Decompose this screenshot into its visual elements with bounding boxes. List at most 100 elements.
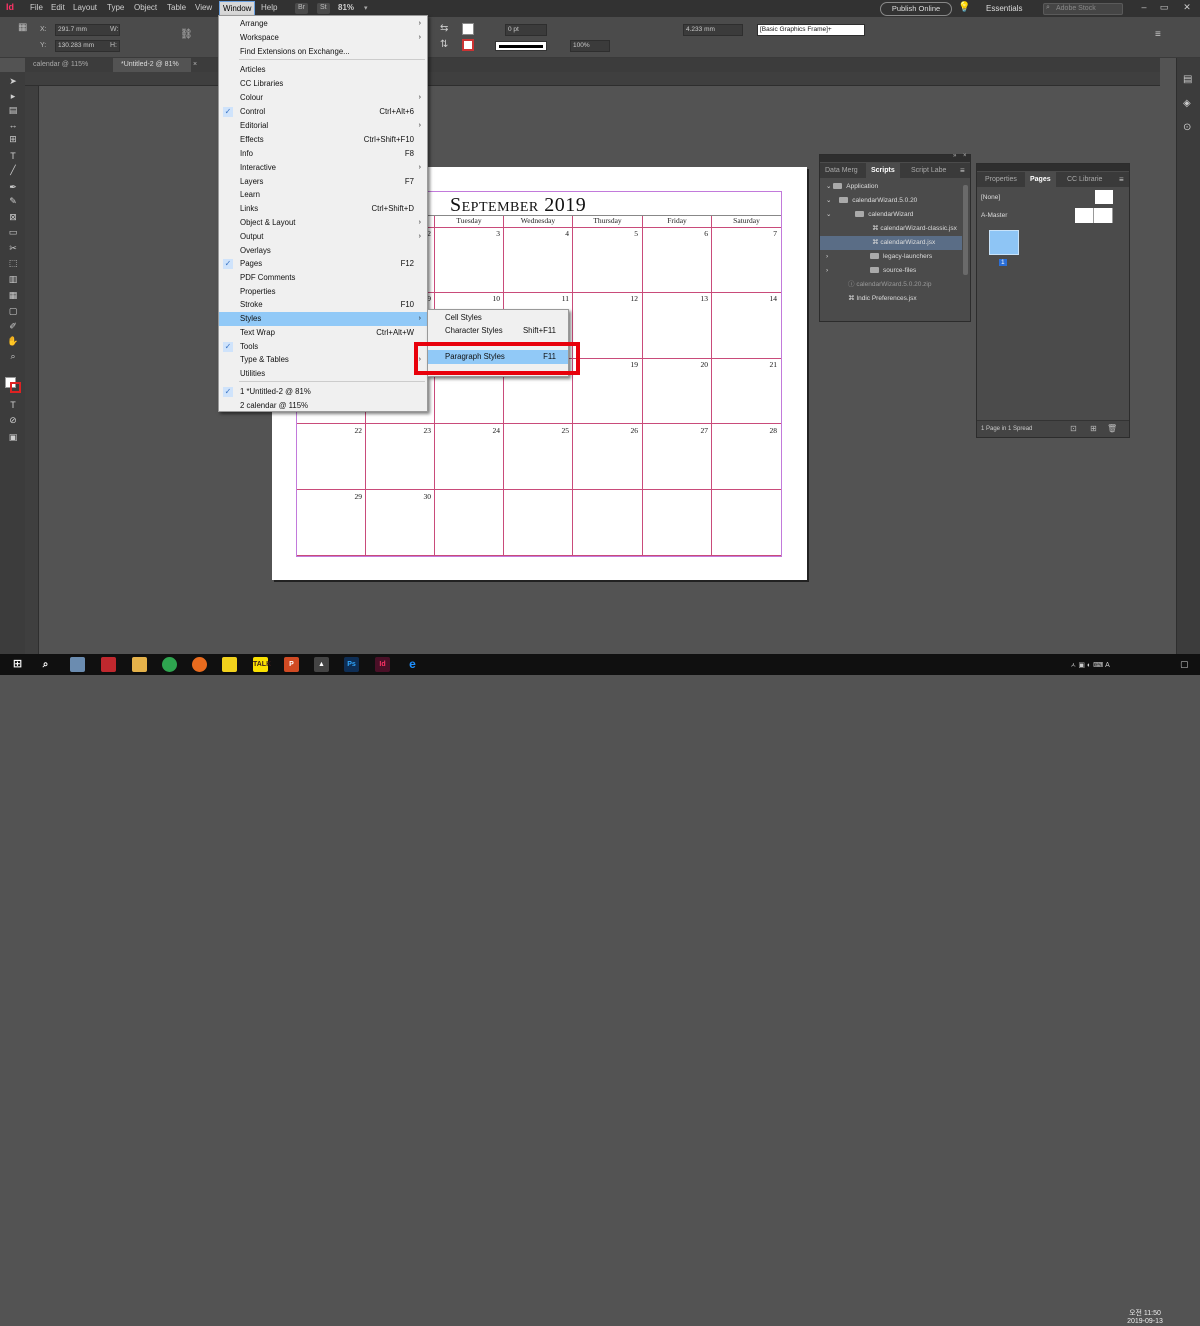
menu-object[interactable]: Object (134, 3, 157, 12)
zoom-level[interactable]: 81% (338, 3, 354, 12)
menu-layout[interactable]: Layout (73, 3, 97, 12)
selection-tool-icon[interactable]: ➤ (5, 76, 21, 87)
menu-item-object-layout[interactable]: Object & Layout › (219, 216, 427, 230)
apply-none-icon[interactable]: ⊘ (5, 415, 21, 426)
powerpoint-icon[interactable]: P (284, 657, 299, 672)
menu-item-pdf-comments[interactable]: PDF Comments (219, 271, 427, 285)
tree-row[interactable]: ⌘ Indic Preferences.jsx (820, 292, 962, 306)
menu-item-layers[interactable]: Layers F7 (219, 175, 427, 189)
close-icon[interactable]: ✕ (1178, 2, 1196, 15)
tab-properties[interactable]: Properties (980, 172, 1022, 187)
stroke-type-dropdown[interactable] (495, 41, 547, 51)
object-style-dropdown[interactable]: [Basic Graphics Frame]+ (757, 24, 865, 36)
gradient-tool-icon[interactable]: ▥ (5, 274, 21, 285)
publish-online-button[interactable]: Publish Online (880, 2, 952, 16)
scissors-tool-icon[interactable]: ✂ (5, 243, 21, 254)
menu-item-styles[interactable]: Styles › (219, 312, 427, 326)
taskbar-clock[interactable]: 오전 11:50 2019-09-13 (1120, 1310, 1170, 1326)
eyedropper-tool-icon[interactable]: ✐ (5, 321, 21, 332)
line-tool-icon[interactable]: ╱ (5, 165, 21, 176)
tree-row[interactable]: ⌄ calendarWizard (820, 208, 962, 222)
maximize-icon[interactable]: ▭ (1155, 2, 1173, 15)
menu-item-cc-libraries[interactable]: CC Libraries (219, 77, 427, 91)
menu-item-editorial[interactable]: Editorial › (219, 119, 427, 133)
scrollbar[interactable] (963, 185, 968, 275)
tab-data-merge[interactable]: Data Merg (820, 163, 863, 178)
menu-item-text-wrap[interactable]: Text Wrap Ctrl+Alt+W (219, 326, 427, 340)
indesign-icon[interactable]: Id (375, 657, 390, 672)
zoom-tool-icon[interactable]: ⌕ (5, 351, 21, 362)
bridge-button[interactable]: Br (295, 3, 308, 14)
app-icon[interactable] (70, 657, 85, 672)
menu-item-links[interactable]: Links Ctrl+Shift+D (219, 202, 427, 216)
menu-table[interactable]: Table (167, 3, 186, 12)
reference-point-icon[interactable]: ▦ (18, 22, 27, 33)
tree-row[interactable]: › source-files (820, 264, 962, 278)
menu-edit[interactable]: Edit (51, 3, 65, 12)
menu-help[interactable]: Help (261, 3, 277, 12)
tree-row[interactable]: ⌘ calendarWizard-classic.jsx (820, 222, 962, 236)
menu-item-2-calendar-115[interactable]: 2 calendar @ 115% (219, 399, 427, 413)
panel-menu-icon[interactable]: ≡ (960, 166, 965, 175)
edge-icon[interactable]: e (405, 657, 420, 672)
hand-tool-icon[interactable]: ✋ (5, 336, 21, 347)
menu-view[interactable]: View (195, 3, 212, 12)
menu-item-overlays[interactable]: Overlays (219, 244, 427, 258)
notification-icon[interactable]: ▢ (1180, 659, 1189, 670)
tree-row[interactable]: ⓘ calendarWizard.5.0.20.zip (820, 278, 962, 292)
type-tool-icon[interactable]: T (5, 151, 21, 162)
tab-scripts[interactable]: Scripts (866, 163, 900, 178)
gap-tool-icon[interactable]: ↔ (5, 120, 21, 131)
pen-tool-icon[interactable]: ✒ (5, 182, 21, 193)
search-icon[interactable]: ⌕ (38, 657, 53, 672)
menu-item-tools[interactable]: ✓ Tools (219, 340, 427, 354)
menu-item-learn[interactable]: Learn (219, 188, 427, 202)
stock-button[interactable]: St (317, 3, 330, 14)
a-master-label[interactable]: A-Master (981, 212, 1007, 219)
fill-swatch-icon[interactable] (462, 23, 474, 35)
rectangle-tool-icon[interactable]: ▭ (5, 227, 21, 238)
pages-panel-icon[interactable]: ▤ (1183, 74, 1192, 85)
photoshop-icon[interactable]: Ps (344, 657, 359, 672)
direct-selection-tool-icon[interactable]: ▸ (5, 91, 21, 102)
pencil-tool-icon[interactable]: ✎ (5, 196, 21, 207)
stroke-weight-field[interactable]: 0 pt (505, 24, 547, 36)
minimize-icon[interactable]: – (1135, 2, 1153, 15)
menu-item-1-untitled-2-81[interactable]: ✓ 1 *Untitled-2 @ 81% (219, 385, 427, 399)
stroke-color-icon[interactable] (10, 382, 21, 393)
menu-item-utilities[interactable]: Utilities › (219, 367, 427, 381)
opacity-field[interactable]: 100% (570, 40, 610, 52)
tab-cc-libraries[interactable]: CC Librarie (1062, 172, 1107, 187)
free-transform-tool-icon[interactable]: ⬚ (5, 258, 21, 269)
firefox-icon[interactable] (192, 657, 207, 672)
stock-search-input[interactable]: Adobe Stock (1043, 3, 1123, 15)
a-master-thumbnail[interactable] (1075, 208, 1113, 223)
chrome-icon[interactable] (162, 657, 177, 672)
kakaotalk-icon[interactable]: TALK (253, 657, 271, 672)
menu-item-effects[interactable]: Effects Ctrl+Shift+F10 (219, 133, 427, 147)
ref-size-field[interactable]: 4.233 mm (683, 24, 743, 36)
menu-item-workspace[interactable]: Workspace › (219, 31, 427, 45)
menu-item-properties[interactable]: Properties (219, 285, 427, 299)
menu-item-info[interactable]: Info F8 (219, 147, 427, 161)
menu-item-output[interactable]: Output › (219, 230, 427, 244)
new-page-icon[interactable]: ⊞ (1090, 424, 1097, 433)
tree-row[interactable]: › legacy-launchers (820, 250, 962, 264)
menu-item-stroke[interactable]: Stroke F10 (219, 298, 427, 312)
layers-panel-icon[interactable]: ◈ (1183, 98, 1191, 109)
app-icon[interactable] (101, 657, 116, 672)
screen-mode-icon[interactable]: ▣ (5, 432, 21, 443)
tab-untitled-2[interactable]: *Untitled-2 @ 81% (113, 58, 191, 72)
menu-item-type-tables[interactable]: Type & Tables › (219, 353, 427, 367)
menu-item-arrange[interactable]: Arrange › (219, 17, 427, 31)
tab-close-icon[interactable]: × (193, 61, 197, 68)
none-master-thumbnail[interactable] (1095, 190, 1113, 204)
tree-row[interactable]: ⌄ Application (820, 180, 962, 194)
lightbulb-icon[interactable]: 💡 (958, 2, 970, 13)
content-collector-icon[interactable]: ⊞ (5, 134, 21, 145)
panel-menu-icon[interactable]: ≡ (1155, 29, 1161, 40)
note-tool-icon[interactable]: ▢ (5, 306, 21, 317)
tree-row-selected[interactable]: ⌘ calendarWizard.jsx (820, 236, 962, 250)
none-master-label[interactable]: [None] (981, 194, 1000, 201)
close-icon[interactable]: × (963, 153, 967, 159)
